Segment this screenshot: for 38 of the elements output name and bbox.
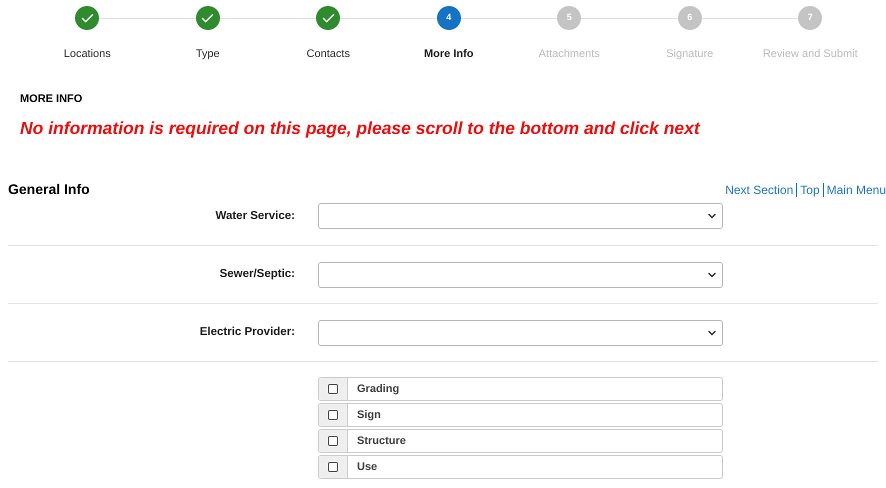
- step-complete-icon: [196, 6, 220, 30]
- step-number: 5: [557, 6, 582, 30]
- step-number: 7: [798, 6, 822, 30]
- step-complete-icon: [75, 6, 100, 30]
- step-label: Signature: [666, 47, 714, 62]
- step-label: More Info: [424, 47, 474, 62]
- checkbox[interactable]: [328, 384, 338, 394]
- step-label: Locations: [64, 47, 111, 62]
- field-label: Electric Provider:: [198, 325, 295, 340]
- checkbox-option[interactable]: Structure: [318, 429, 723, 454]
- checkbox-option[interactable]: Sign: [318, 403, 723, 428]
- checkbox[interactable]: [328, 410, 338, 420]
- notice-text: No information is required on this page, please scroll to the bottom and click next: [20, 117, 702, 140]
- step-label: Contacts: [306, 47, 350, 62]
- nav-link[interactable]: Next Section: [725, 180, 794, 199]
- step-label: Attachments: [538, 47, 600, 62]
- checkbox[interactable]: [328, 436, 338, 446]
- option-label: Grading: [356, 382, 400, 397]
- step-label: Review and Submit: [762, 47, 858, 62]
- field-label: Water Service:: [214, 208, 295, 224]
- field-label: Sewer/Septic:: [218, 267, 295, 282]
- page-title: MORE INFO: [20, 92, 84, 106]
- step-label: Type: [196, 47, 220, 62]
- nav-link[interactable]: Top: [800, 180, 820, 199]
- select-field[interactable]: [318, 320, 723, 346]
- step-number: 4: [436, 6, 461, 30]
- select-field[interactable]: [318, 262, 723, 288]
- option-label: Use: [356, 460, 378, 475]
- select-field[interactable]: [318, 203, 723, 230]
- checkbox-option[interactable]: Use: [318, 455, 723, 480]
- step-number: 6: [678, 6, 702, 30]
- option-label: Sign: [356, 408, 381, 423]
- nav-link[interactable]: Main Menu: [826, 180, 886, 199]
- checkbox-option[interactable]: Grading: [318, 377, 723, 402]
- step-complete-icon: [316, 6, 340, 30]
- checkbox[interactable]: [328, 462, 338, 472]
- option-label: Structure: [356, 434, 406, 449]
- section-title: General Info: [8, 180, 90, 200]
